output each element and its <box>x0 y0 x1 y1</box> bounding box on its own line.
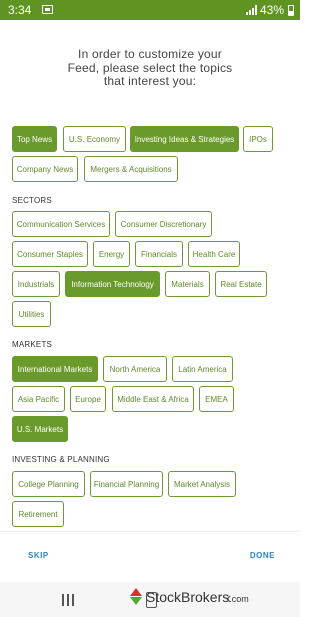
chip-label: Investing Ideas & Strategies <box>134 134 235 144</box>
topic-chip-ipos[interactable]: IPOs <box>243 126 273 152</box>
chip-label: International Markets <box>17 364 93 374</box>
topic-chip-mergers[interactable]: Mergers & Acquisitions <box>84 156 178 182</box>
signal-icon <box>245 5 257 15</box>
battery-icon <box>288 4 294 16</box>
market-chip-us-markets[interactable]: U.S. Markets <box>12 416 68 442</box>
sector-chip-consumer-staples[interactable]: Consumer Staples <box>12 241 88 267</box>
market-chip-international[interactable]: International Markets <box>12 356 98 382</box>
section-label-investing-planning: INVESTING & PLANNING <box>12 455 110 464</box>
watermark-text: StockBrokers.com <box>146 589 249 605</box>
skip-button[interactable]: SKIP <box>28 551 49 560</box>
chip-label: Company News <box>16 164 74 174</box>
chip-label: Consumer Staples <box>17 249 83 259</box>
chip-label: Information Technology <box>71 279 154 289</box>
chip-label: Communication Services <box>16 219 106 229</box>
chip-label: College Planning <box>18 479 79 489</box>
chip-label: Mergers & Acquisitions <box>90 164 172 174</box>
planning-chip-college[interactable]: College Planning <box>12 471 85 497</box>
topic-chip-us-economy[interactable]: U.S. Economy <box>63 126 126 152</box>
chip-label: Materials <box>171 279 204 289</box>
recent-apps-icon[interactable] <box>62 594 74 606</box>
done-button[interactable]: DONE <box>250 551 275 560</box>
intro-text: In order to customize your Feed, please … <box>0 47 300 89</box>
chip-label: Market Analysis <box>173 479 231 489</box>
message-notification-icon <box>42 5 53 14</box>
watermark-brand: StockBrokers <box>146 589 230 605</box>
intro-line: that interest you: <box>103 74 197 88</box>
chip-label: Latin America <box>178 364 227 374</box>
chip-label: Industrials <box>17 279 55 289</box>
section-label-markets: MARKETS <box>12 340 53 349</box>
chip-label: Financial Planning <box>93 479 160 489</box>
market-chip-latin-america[interactable]: Latin America <box>172 356 233 382</box>
chip-label: EMEA <box>205 394 228 404</box>
chip-label: U.S. Economy <box>68 134 121 144</box>
section-label-sectors: SECTORS <box>12 196 52 205</box>
intro-line: Feed, please select the topics <box>67 60 233 75</box>
sector-chip-energy[interactable]: Energy <box>93 241 130 267</box>
footer-divider <box>0 531 300 532</box>
market-chip-asia-pacific[interactable]: Asia Pacific <box>12 386 65 412</box>
sector-chip-consumer-discretionary[interactable]: Consumer Discretionary <box>115 211 212 237</box>
sector-chip-health-care[interactable]: Health Care <box>188 241 240 267</box>
chip-label: Utilities <box>18 309 45 319</box>
chip-label: Europe <box>75 394 101 404</box>
topic-chip-top-news[interactable]: Top News <box>12 126 57 152</box>
sector-chip-information-technology[interactable]: Information Technology <box>65 271 160 297</box>
chip-label: Top News <box>16 134 53 144</box>
watermark-suffix: .com <box>229 594 249 604</box>
planning-chip-market-analysis[interactable]: Market Analysis <box>168 471 236 497</box>
market-chip-north-america[interactable]: North America <box>103 356 167 382</box>
sector-chip-utilities[interactable]: Utilities <box>12 301 51 327</box>
chip-label: Middle East & Africa <box>117 394 189 404</box>
chip-label: North America <box>109 364 161 374</box>
stockbrokers-logo-icon <box>128 588 144 606</box>
chip-label: Health Care <box>192 249 236 259</box>
chip-label: Asia Pacific <box>17 394 60 404</box>
market-chip-middle-east-africa[interactable]: Middle East & Africa <box>112 386 194 412</box>
status-bar: 3:34 43% <box>0 0 300 20</box>
market-chip-europe[interactable]: Europe <box>70 386 106 412</box>
intro-line: In order to customize your <box>78 47 222 61</box>
market-chip-emea[interactable]: EMEA <box>199 386 234 412</box>
status-time: 3:34 <box>8 3 32 17</box>
sector-chip-industrials[interactable]: Industrials <box>12 271 60 297</box>
chip-label: Energy <box>98 249 125 259</box>
topic-chip-investing-ideas[interactable]: Investing Ideas & Strategies <box>130 126 239 152</box>
chip-label: U.S. Markets <box>16 424 64 434</box>
topic-chip-company-news[interactable]: Company News <box>12 156 78 182</box>
battery-percent: 43% <box>259 3 284 17</box>
chip-label: Retirement <box>18 509 58 519</box>
chip-label: Financials <box>140 249 177 259</box>
planning-chip-financial[interactable]: Financial Planning <box>90 471 163 497</box>
status-right-group: 43% <box>245 3 294 17</box>
sector-chip-communication[interactable]: Communication Services <box>12 211 110 237</box>
sector-chip-financials[interactable]: Financials <box>135 241 183 267</box>
sector-chip-real-estate[interactable]: Real Estate <box>215 271 267 297</box>
planning-chip-retirement[interactable]: Retirement <box>12 501 64 527</box>
chip-label: Real Estate <box>220 279 262 289</box>
chip-label: Consumer Discretionary <box>120 219 207 229</box>
chip-label: IPOs <box>249 134 267 144</box>
sector-chip-materials[interactable]: Materials <box>165 271 210 297</box>
stockbrokers-watermark: StockBrokers.com <box>128 587 249 607</box>
